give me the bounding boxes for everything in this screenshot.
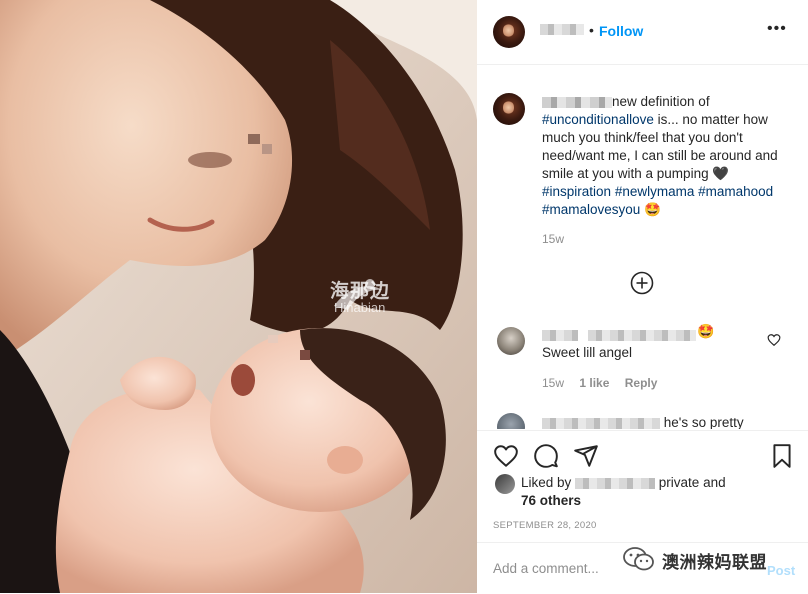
account-watermark-badge: 澳洲辣妈联盟 <box>622 544 792 574</box>
caption-author-avatar[interactable] <box>493 93 525 125</box>
caption-text: new definition of #unconditionallove is.… <box>542 93 794 219</box>
load-more-comments-icon[interactable] <box>630 271 654 295</box>
others-count-link[interactable]: 76 others <box>521 493 581 508</box>
share-icon[interactable] <box>573 443 599 469</box>
caption-text-start: new definition of <box>612 94 710 109</box>
comment-timestamp[interactable]: 15w <box>542 376 564 390</box>
hashtag-link[interactable]: #inspiration <box>542 184 611 199</box>
liked-by-mid: private and <box>655 475 726 490</box>
header-separator: • <box>589 22 594 38</box>
caption-timestamp[interactable]: 15w <box>542 232 564 246</box>
watermark-logo-icon <box>334 279 382 310</box>
bookmark-icon[interactable] <box>769 443 795 469</box>
comment-text: Sweet lill angel <box>542 345 633 360</box>
wechat-icon <box>623 547 654 571</box>
comment-text: he's so pretty <box>663 415 744 429</box>
commenter-avatar[interactable] <box>497 327 525 355</box>
comment-meta: 15w 1 like Reply <box>542 376 669 390</box>
post-panel: • Follow ••• new definition of #uncondit… <box>477 0 808 593</box>
comment-input[interactable]: Add a comment... <box>493 561 599 576</box>
comment-item: he's so pretty <box>542 415 744 429</box>
comment-icon[interactable] <box>533 443 559 469</box>
comment-likes-count[interactable]: 1 like <box>579 376 609 390</box>
comment-like-heart-icon[interactable] <box>767 333 781 347</box>
heart-icon[interactable] <box>493 443 519 469</box>
liked-by-text: Liked by private and 76 others <box>521 474 791 510</box>
commenter-username-redacted[interactable] <box>542 327 697 345</box>
more-options-icon[interactable]: ••• <box>767 20 787 38</box>
hashtag-link[interactable]: #mamahood <box>698 184 773 199</box>
hashtag-link[interactable]: #unconditionallove <box>542 112 654 127</box>
black-heart-emoji: 🖤 <box>712 166 730 181</box>
star-struck-emoji: 🤩 <box>644 202 661 217</box>
liker-username-redacted[interactable] <box>575 477 656 489</box>
comment-emoji: 🤩 <box>697 323 715 339</box>
badge-text: 澳洲辣妈联盟 <box>662 553 767 573</box>
caption-username-redacted[interactable] <box>542 96 612 108</box>
commenter-avatar[interactable] <box>497 413 525 429</box>
commenter-username-redacted[interactable] <box>542 417 660 429</box>
follow-button[interactable]: Follow <box>599 23 643 39</box>
liker-avatar[interactable] <box>495 474 515 494</box>
watermark: 海那边 Hinabian <box>330 276 470 322</box>
author-username-redacted[interactable] <box>540 24 584 35</box>
author-avatar[interactable] <box>493 16 525 48</box>
post-date[interactable]: SEPTEMBER 28, 2020 <box>493 520 597 531</box>
reply-button[interactable]: Reply <box>625 376 658 390</box>
hashtag-link[interactable]: #mamalovesyou <box>542 202 640 217</box>
hashtag-link[interactable]: #newlymama <box>615 184 695 199</box>
liked-by-prefix: Liked by <box>521 475 576 490</box>
post-photo[interactable]: 海那边 Hinabian <box>0 0 477 593</box>
comments-section[interactable]: new definition of #unconditionallove is.… <box>477 65 808 429</box>
post-header: • Follow ••• <box>477 0 808 65</box>
